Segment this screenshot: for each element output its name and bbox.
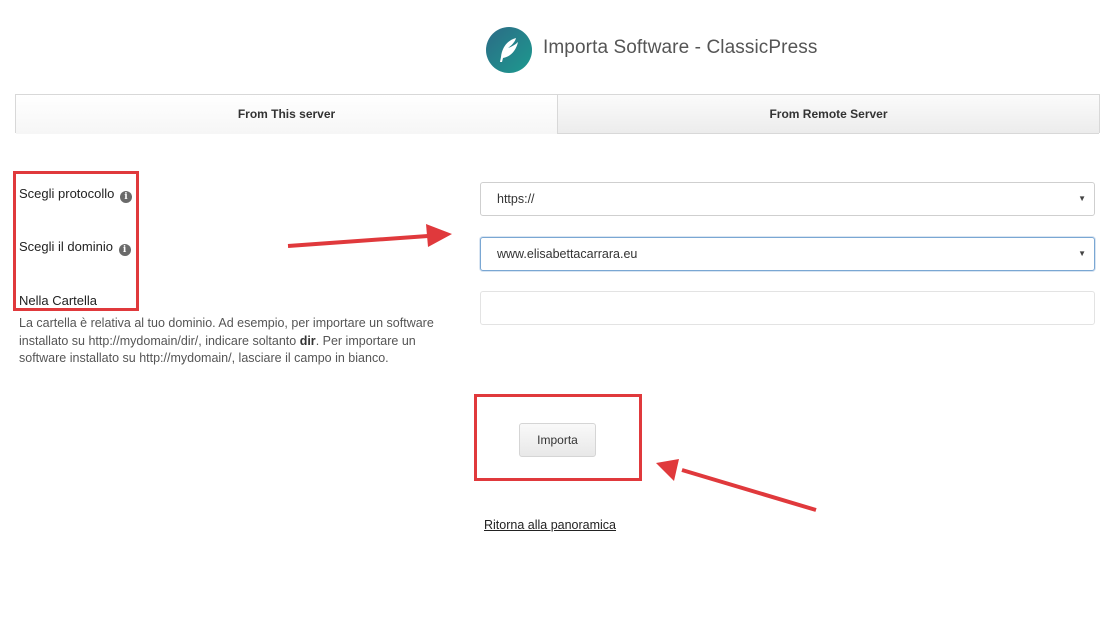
domain-select[interactable]: www.elisabettacarrara.eu ▼ — [480, 237, 1095, 271]
directory-input[interactable] — [480, 291, 1095, 325]
tab-from-remote-server[interactable]: From Remote Server — [557, 95, 1099, 134]
dropdown-caret-icon: ▼ — [1078, 249, 1086, 258]
classicpress-logo — [486, 27, 532, 73]
arrow-to-import-button — [656, 459, 817, 512]
help-text-bold: dir — [299, 333, 316, 348]
dropdown-caret-icon: ▼ — [1078, 194, 1086, 203]
arrow-to-domain — [287, 224, 452, 248]
page-title: Importa Software - ClassicPress — [543, 37, 818, 58]
back-to-overview-link[interactable]: Ritorna alla panoramica — [484, 518, 616, 532]
feather-icon — [500, 38, 518, 62]
source-tabs: From This server From Remote Server — [15, 94, 1100, 134]
protocol-select-value: https:// — [497, 192, 535, 206]
domain-select-value: www.elisabettacarrara.eu — [497, 247, 638, 261]
annotation-box-labels — [13, 171, 139, 311]
directory-help-text: La cartella è relativa al tuo dominio. A… — [19, 315, 449, 368]
protocol-select[interactable]: https:// ▼ — [480, 182, 1095, 216]
annotation-box-button — [474, 394, 642, 481]
tab-from-this-server[interactable]: From This server — [16, 95, 557, 134]
